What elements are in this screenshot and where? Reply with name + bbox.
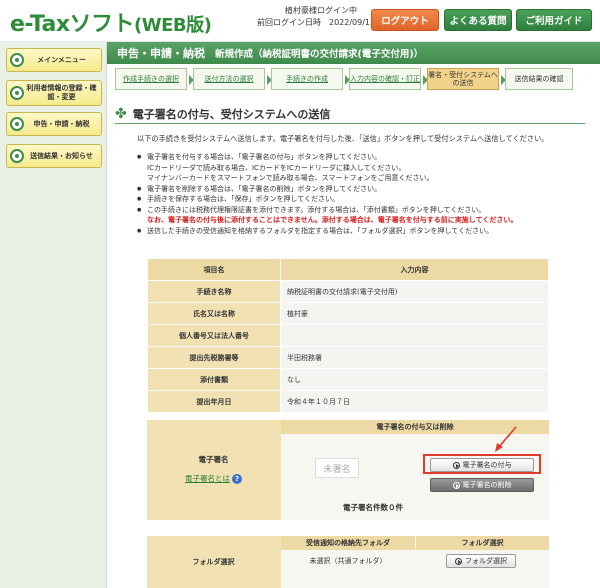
what-is-signature-link[interactable]: 電子署名とは <box>185 473 230 484</box>
list-item: 電子署名を削除する場合は、「電子署名の削除」ボタンを押してください。 <box>137 184 577 195</box>
list-item: この手続きには税務代理権限証書を添付できます。添付する場合は、「添付書類」ボタン… <box>137 205 577 216</box>
header: e-Taxソフト(WEB版) 植村豪様ログイン中 前回ログイン日時 2022/0… <box>0 0 600 42</box>
etax-logo[interactable]: e-Taxソフト(WEB版) <box>10 6 212 38</box>
sidebar-item-main-menu[interactable]: メインメニュー <box>6 48 102 72</box>
table-row: 提出先税務署等 半田税務署 <box>147 346 549 369</box>
signature-label-cell: 電子署名 電子署名とは? <box>147 420 280 520</box>
play-circle-icon <box>452 481 460 489</box>
page-subtitle: 新規作成（納税証明書の交付請求(電子交付用)） <box>215 49 424 60</box>
table-row: 手続き名称 納税証明書の交付請求(電子交付用) <box>147 280 549 303</box>
bullet-icon <box>10 117 24 131</box>
signature-label: 電子署名 <box>198 455 229 464</box>
step-select-delivery[interactable]: 送付方法の選択 <box>193 68 272 90</box>
logout-button[interactable]: ログアウト <box>371 9 439 31</box>
table-row: 氏名又は名称 植村豪 <box>147 302 549 325</box>
step-select-procedure[interactable]: 作成手続きの選択 <box>115 68 194 90</box>
signature-section: 電子署名 電子署名とは? 電子署名の付与又は削除 未署名 電子署名の付与 電子署… <box>147 420 549 520</box>
col-header-item: 項目名 <box>147 258 281 281</box>
folder-label: フォルダ選択 <box>192 558 235 566</box>
step-sign-send: 署名・受付システムへの送信 <box>427 68 506 90</box>
folder-action-cell: 受信通知の格納先フォルダ フォルダ選択 未選択（共通フォルダ） フォルダ選択 <box>281 536 549 588</box>
sidebar-item-user-info[interactable]: 利用者情報の登録・確認・変更 <box>6 80 102 106</box>
unsigned-status: 未署名 <box>315 458 359 478</box>
table-row: 添付書類 なし <box>147 368 549 391</box>
step-confirm[interactable]: 入力内容の確認・訂正 <box>349 68 428 90</box>
intro-text: 以下の手続きを受付システムへ送信します。電子署名を付与した後、「送信」ボタンを押… <box>137 134 549 143</box>
section-title: ✤ 電子署名の付与、受付システムへの送信 <box>115 104 585 124</box>
col-header-select: フォルダ選択 <box>416 536 549 550</box>
select-folder-button[interactable]: フォルダ選択 <box>446 554 516 568</box>
table-row: 提出年月日 令和４年１０月７日 <box>147 390 549 413</box>
step-result: 送信結果の確認 <box>505 68 573 90</box>
instruction-list: 電子署名を付与する場合は、「電子署名の付与」ボタンを押してください。 ICカード… <box>137 152 577 236</box>
progress-steps: 作成手続きの選択 送付方法の選択 手続きの作成 入力内容の確認・訂正 署名・受付… <box>115 68 579 90</box>
guide-button[interactable]: ご利用ガイド <box>516 9 592 31</box>
delete-signature-button[interactable]: 電子署名の削除 <box>430 478 534 492</box>
col-header-folder: 受信通知の格納先フォルダ <box>281 536 415 550</box>
col-header-value: 入力内容 <box>280 258 549 281</box>
add-signature-button[interactable]: 電子署名の付与 <box>430 458 534 472</box>
table-row: 個人番号又は法人番号 <box>147 324 549 347</box>
procedure-info-table: 項目名 入力内容 手続き名称 納税証明書の交付請求(電子交付用) 氏名又は名称 … <box>147 258 549 413</box>
help-icon[interactable]: ? <box>232 474 242 484</box>
play-circle-icon <box>452 461 460 469</box>
list-item: 手続きを保存する場合は、「保存」ボタンを押してください。 <box>137 194 577 205</box>
page-title: 申告・申請・納税 <box>117 47 205 60</box>
list-item: 送信した手続きの受信通知を格納するフォルダを指定する場合は、「フォルダ選択」ボタ… <box>137 226 577 237</box>
annotation-arrow-icon <box>495 426 517 452</box>
sidebar: メインメニュー 利用者情報の登録・確認・変更 申告・申請・納税 送信結果・お知ら… <box>0 42 107 588</box>
play-circle-icon <box>455 557 462 565</box>
folder-value: 未選択（共通フォルダ） <box>309 557 387 565</box>
warning-text: なお、電子署名の付与後に添付することはできません。添付する場合は、電子署名を付与… <box>147 216 518 224</box>
faq-button[interactable]: よくある質問 <box>444 9 512 31</box>
page-title-bar: 申告・申請・納税 新規作成（納税証明書の交付請求(電子交付用)） <box>107 42 600 64</box>
sidebar-item-filing[interactable]: 申告・申請・納税 <box>6 112 102 136</box>
list-item: 電子署名を付与する場合は、「電子署名の付与」ボタンを押してください。 <box>137 152 577 163</box>
folder-section: フォルダ選択 受信通知の格納先フォルダ フォルダ選択 未選択（共通フォルダ） フ… <box>147 536 549 588</box>
bullet-icon <box>10 86 24 100</box>
sidebar-item-results[interactable]: 送信結果・お知らせ <box>6 144 102 168</box>
list-item: ICカードリーダで読み取る場合、ICカードをICカードリーダに挿入してください。 <box>147 163 406 172</box>
list-item: マイナンバーカードをスマートフォンで読み取る場合、スマートフォンをご用意ください… <box>147 174 434 182</box>
table-header-row: 項目名 入力内容 <box>147 258 549 281</box>
step-create[interactable]: 手続きの作成 <box>271 68 350 90</box>
signature-count: 電子署名件数０件 <box>343 503 403 512</box>
bullet-icon <box>10 53 24 67</box>
bullet-icon <box>10 149 24 163</box>
clover-icon: ✤ <box>115 105 127 122</box>
